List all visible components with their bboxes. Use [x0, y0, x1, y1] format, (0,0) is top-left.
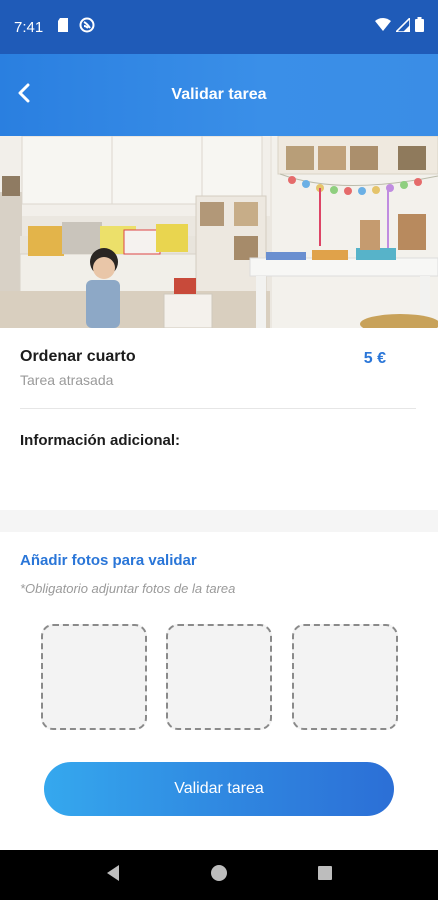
nav-recents-button[interactable]: [305, 855, 345, 895]
back-triangle-icon: [105, 864, 121, 887]
sd-card-icon: [57, 17, 69, 37]
system-nav-bar: [0, 850, 438, 900]
page-title: Validar tarea: [171, 86, 267, 103]
section-separator: [0, 510, 438, 532]
task-image: [0, 136, 438, 328]
photo-slot-3[interactable]: [292, 624, 398, 730]
nav-home-button[interactable]: [199, 855, 239, 895]
photo-slot-1[interactable]: [41, 624, 147, 730]
task-status: Tarea atrasada: [20, 372, 114, 388]
task-name: Ordenar cuarto: [20, 348, 136, 365]
app-bar: Validar tarea: [0, 54, 438, 136]
task-price: 5 €: [363, 350, 386, 367]
task-details: Ordenar cuarto Tarea atrasada 5 €: [20, 348, 416, 388]
status-bar: 7:41: [0, 0, 438, 54]
status-right-icons: [375, 15, 424, 37]
add-photos-title: Añadir fotos para validar: [20, 552, 197, 569]
recents-square-icon: [317, 865, 333, 886]
status-left-icons: [57, 17, 95, 38]
back-button[interactable]: [8, 79, 40, 111]
divider: [20, 408, 416, 409]
signal-icon: [394, 15, 411, 37]
photo-slot-2[interactable]: [166, 624, 272, 730]
additional-info-label: Información adicional:: [20, 432, 181, 449]
no-tracking-icon: [79, 17, 95, 38]
photos-required-note: *Obligatorio adjuntar fotos de la tarea: [20, 581, 236, 596]
battery-icon: [415, 17, 424, 37]
status-time: 7:41: [14, 18, 44, 36]
validate-task-button[interactable]: Validar tarea: [44, 762, 394, 816]
home-circle-icon: [210, 864, 228, 887]
nav-back-button[interactable]: [93, 855, 133, 895]
chevron-left-icon: [17, 83, 31, 108]
wifi-icon: [375, 17, 391, 37]
